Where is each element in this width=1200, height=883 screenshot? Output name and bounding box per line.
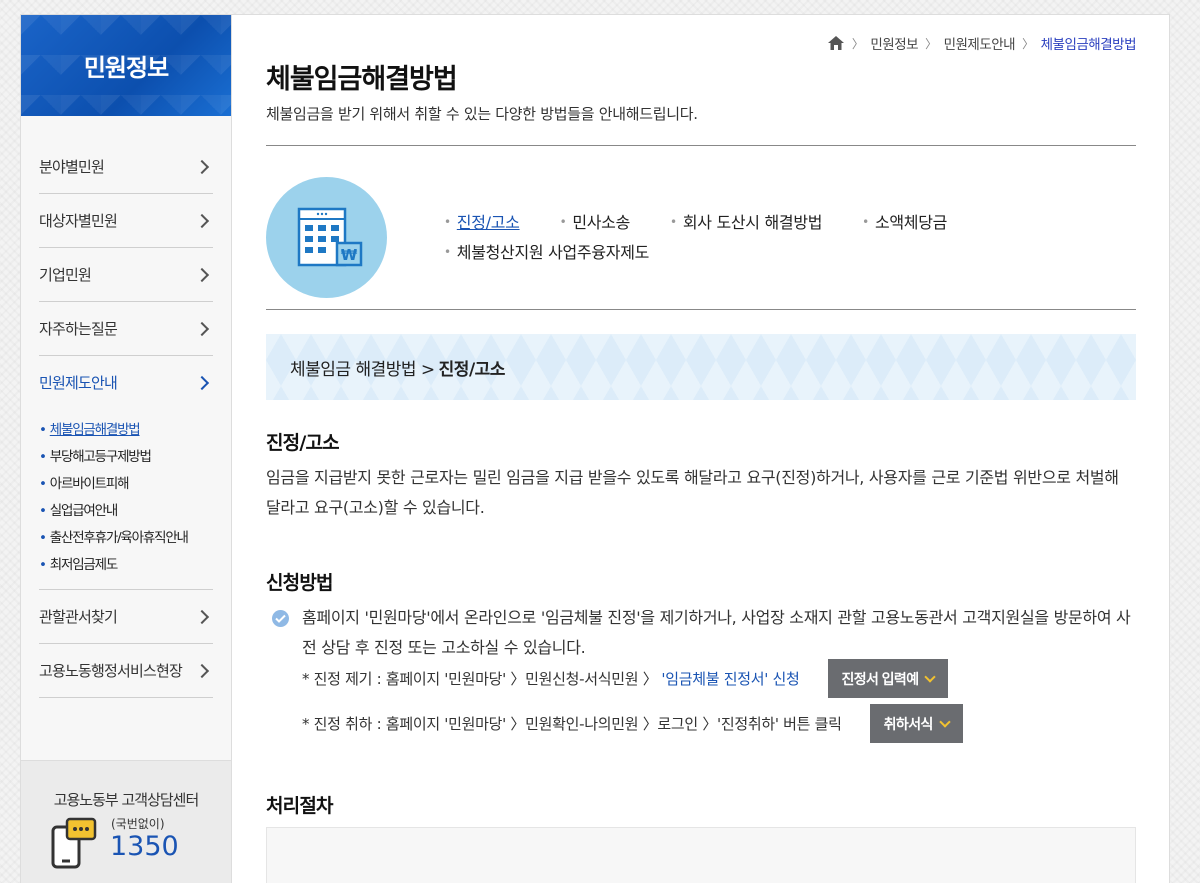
submenu-item-maternity-leave[interactable]: 출산전후휴가/육아휴직안내 — [39, 525, 213, 552]
check-list-item: 홈페이지 '민원마당'에서 온라인으로 '임금체불 진정'을 제기하거나, 사업… — [272, 603, 1136, 663]
sidebar-menu: 분야별민원 대상자별민원 기업민원 자주하는질문 민원제도안내 체불임금해결방법… — [21, 116, 231, 698]
quick-links: 진정/고소 민사소송 회사 도산시 해결방법 소액체당금 체불청산지원 사업주융… — [444, 209, 1044, 263]
building-money-icon: ₩ — [266, 177, 387, 298]
sidebar-item-target[interactable]: 대상자별민원 — [39, 194, 213, 248]
sidebar-item-label: 자주하는질문 — [39, 320, 118, 338]
chevron-right-icon — [194, 321, 210, 336]
page-title: 체불임금해결방법 — [266, 64, 458, 95]
sidebar-item-faq[interactable]: 자주하는질문 — [39, 302, 213, 356]
sidebar-header: 민원정보 — [21, 15, 231, 116]
band-current: 진정/고소 — [438, 359, 506, 380]
note-text: * 진정 제기 : 홈페이지 '민원마당' 〉민원신청-서식민원 〉 — [302, 670, 658, 688]
call-center-sub: (국번없이) — [111, 817, 165, 831]
button-label: 진정서 입력예 — [841, 670, 920, 687]
process-box — [266, 827, 1136, 883]
chevron-down-icon — [924, 670, 937, 683]
complaint-example-button[interactable]: 진정서 입력예 — [827, 659, 949, 698]
page-frame: 민원정보 분야별민원 대상자별민원 기업민원 자주하는질문 민원제도안내 체불임… — [20, 14, 1170, 883]
sidebar: 민원정보 분야별민원 대상자별민원 기업민원 자주하는질문 민원제도안내 체불임… — [21, 15, 232, 883]
submenu-item-minimum-wage[interactable]: 최저임금제도 — [39, 552, 213, 579]
chevron-right-icon — [194, 375, 210, 390]
chevron-right-icon — [194, 267, 210, 282]
sidebar-title: 민원정보 — [83, 54, 169, 82]
divider — [266, 145, 1136, 146]
breadcrumb-current: 체불임금해결방법 — [1040, 37, 1137, 53]
svg-text:₩: ₩ — [340, 246, 357, 264]
withdrawal-form-button[interactable]: 취하서식 — [869, 704, 963, 743]
call-center-title: 고용노동부 고객상담센터 — [53, 791, 200, 809]
sidebar-item-label: 민원제도안내 — [39, 374, 118, 392]
chevron-right-icon — [194, 159, 210, 174]
chevron-right-icon — [194, 663, 210, 678]
check-circle-icon — [272, 610, 289, 627]
sidebar-item-service-field[interactable]: 고용노동행정서비스현장 — [39, 644, 213, 698]
quick-link-bankruptcy[interactable]: 회사 도산시 해결방법 — [670, 209, 823, 233]
sidebar-item-label: 고용노동행정서비스현장 — [39, 662, 183, 680]
call-center: 고용노동부 고객상담센터 (국번없이) 1350 — [21, 760, 231, 883]
quick-link-complaint[interactable]: 진정/고소 — [444, 209, 520, 233]
note-text: * 진정 취하 : 홈페이지 '민원마당' 〉민원확인-나의민원 〉로그인 〉'… — [302, 715, 842, 733]
chevron-right-icon — [194, 213, 210, 228]
main-content: 〉 민원정보 〉 민원제도안내 〉 체불임금해결방법 체불임금해결방법 체불임금… — [266, 15, 1137, 883]
phone-chat-icon — [51, 817, 97, 869]
divider — [266, 309, 1136, 310]
note-row: * 진정 제기 : 홈페이지 '민원마당' 〉민원신청-서식민원 〉 '임금체불… — [302, 659, 949, 698]
section-path-band: 체불임금 해결방법 > 진정/고소 — [266, 334, 1136, 400]
quick-link-employer-loan[interactable]: 체불청산지원 사업주융자제도 — [444, 239, 650, 263]
breadcrumb-separator-icon: 〉 — [1022, 36, 1034, 51]
call-center-number[interactable]: 1350 — [110, 831, 179, 862]
button-label: 취하서식 — [883, 715, 934, 732]
sidebar-item-system-guide[interactable]: 민원제도안내 체불임금해결방법 부당해고등구제방법 아르바이트피해 실업급여안내… — [39, 356, 213, 590]
submenu-item-parttime-damage[interactable]: 아르바이트피해 — [39, 471, 213, 498]
section-title: 처리절차 — [266, 795, 334, 817]
section-title: 진정/고소 — [266, 432, 340, 454]
breadcrumb-separator-icon: 〉 — [925, 36, 937, 51]
sidebar-submenu: 체불임금해결방법 부당해고등구제방법 아르바이트피해 실업급여안내 출산전후휴가… — [39, 409, 213, 589]
section-text: 임금을 지급받지 못한 근로자는 밀린 임금을 지급 받을수 있도록 해달라고 … — [266, 468, 1119, 517]
sidebar-item-label: 분야별민원 — [39, 158, 105, 176]
quick-link-civil-suit[interactable]: 민사소송 — [560, 209, 630, 233]
submenu-item-unpaid-wages[interactable]: 체불임금해결방법 — [39, 417, 213, 444]
sidebar-item-business[interactable]: 기업민원 — [39, 248, 213, 302]
sidebar-item-label: 대상자별민원 — [39, 212, 118, 230]
breadcrumb-item[interactable]: 민원정보 — [870, 33, 918, 53]
chevron-right-icon — [194, 609, 210, 624]
sidebar-item-find-office[interactable]: 관할관서찾기 — [39, 590, 213, 644]
note-link[interactable]: '임금체불 진정서' 신청 — [661, 668, 799, 689]
quick-link-small-payment[interactable]: 소액체당금 — [862, 209, 947, 233]
breadcrumb-separator-icon: 〉 — [851, 36, 864, 51]
chevron-down-icon — [939, 715, 951, 728]
band-prefix: 체불임금 해결방법 > — [290, 359, 435, 380]
sidebar-item-category[interactable]: 분야별민원 — [39, 140, 213, 194]
note-row: * 진정 취하 : 홈페이지 '민원마당' 〉민원확인-나의민원 〉로그인 〉'… — [302, 704, 963, 743]
section-title: 신청방법 — [266, 572, 334, 594]
submenu-item-unfair-dismissal[interactable]: 부당해고등구제방법 — [39, 444, 213, 471]
home-icon[interactable] — [827, 35, 845, 51]
submenu-item-unemployment-benefit[interactable]: 실업급여안내 — [39, 498, 213, 525]
sidebar-item-label: 기업민원 — [39, 266, 92, 284]
check-list-text: 홈페이지 '민원마당'에서 온라인으로 '임금체불 진정'을 제기하거나, 사업… — [302, 608, 1131, 657]
page-description: 체불임금을 받기 위해서 취할 수 있는 다양한 방법들을 안내해드립니다. — [266, 105, 698, 123]
breadcrumb-item[interactable]: 민원제도안내 — [944, 33, 1016, 53]
breadcrumb: 〉 민원정보 〉 민원제도안내 〉 체불임금해결방법 — [827, 33, 1137, 53]
sidebar-item-label: 관할관서찾기 — [39, 608, 118, 626]
